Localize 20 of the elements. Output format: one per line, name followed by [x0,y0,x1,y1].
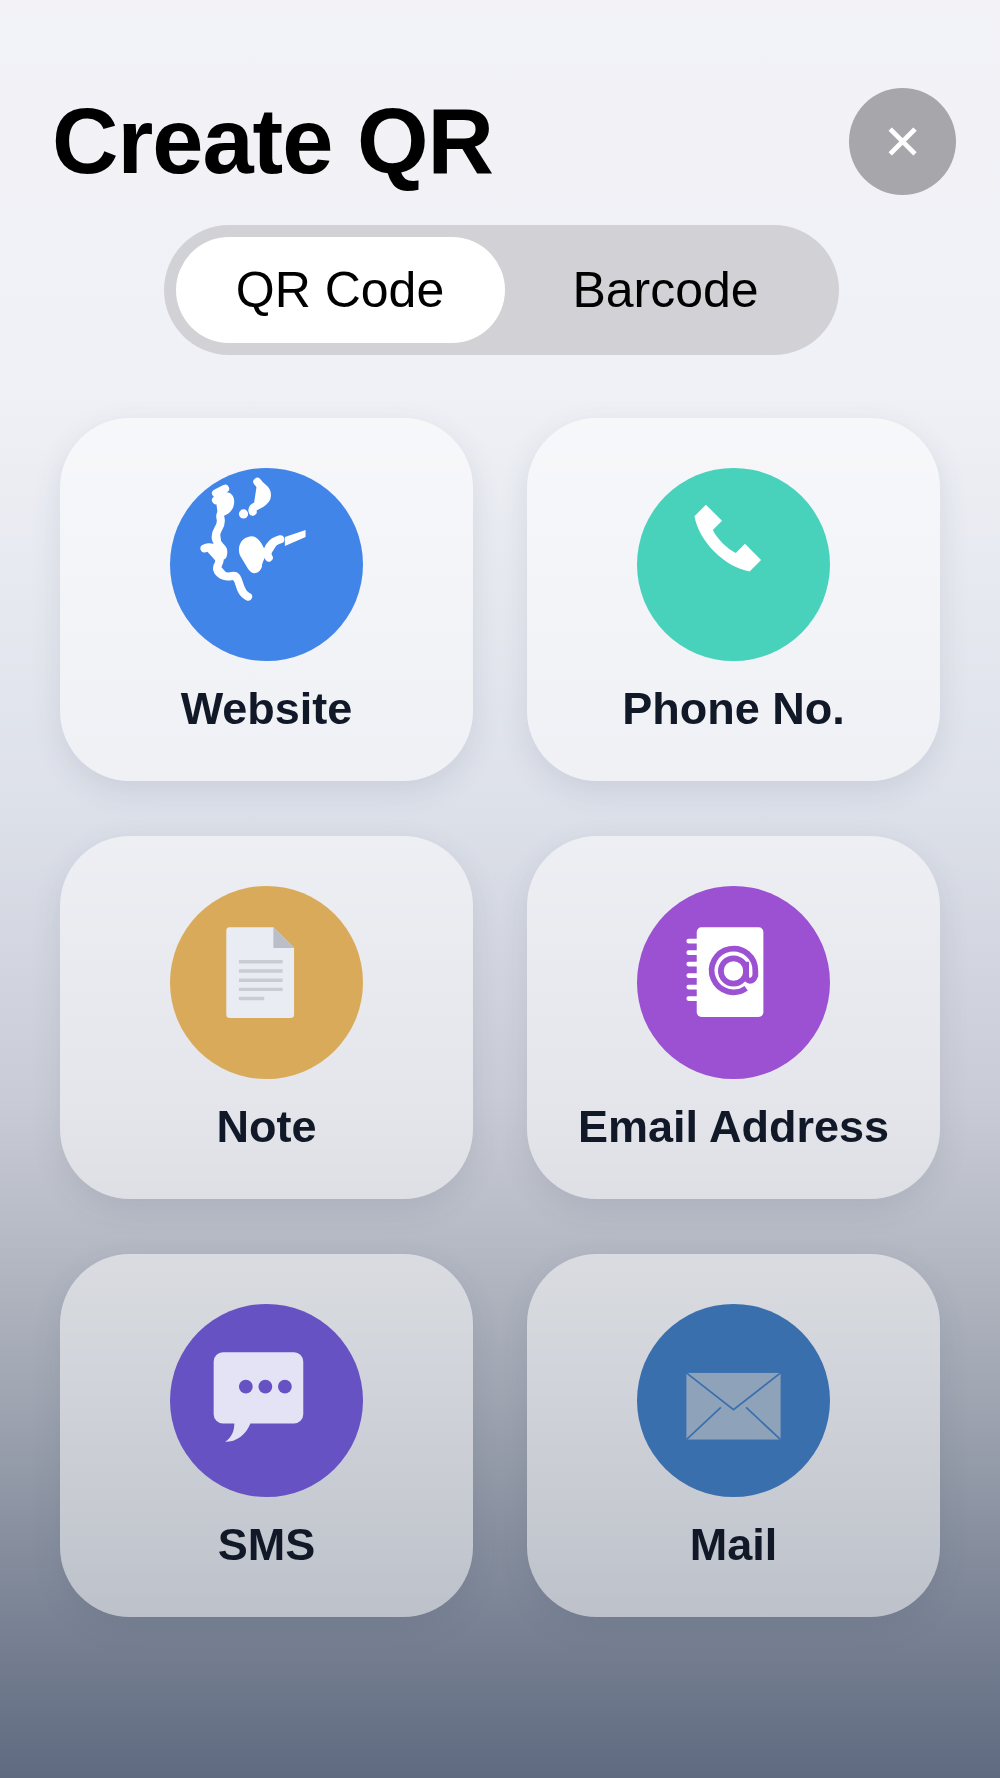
document-icon [170,886,363,1079]
chat-bubble-icon [170,1304,363,1497]
option-label: SMS [217,1519,316,1571]
option-card[interactable]: Phone No. [527,418,940,781]
page-title: Create QR [52,90,493,193]
option-card[interactable]: Website [60,418,473,781]
option-label: Phone No. [622,683,845,735]
option-card[interactable]: Email Address [527,836,940,1199]
option-label: Note [216,1101,317,1153]
option-label: Website [180,683,353,735]
envelope-icon [637,1304,830,1497]
address-book-icon [637,886,830,1079]
option-card[interactable]: SMS [60,1254,473,1617]
option-label: Mail [689,1519,778,1571]
phone-icon [637,468,830,661]
option-card[interactable]: Note [60,836,473,1199]
option-label: Email Address [578,1101,889,1153]
option-card[interactable]: Mail [527,1254,940,1617]
tab[interactable]: QR Code [175,237,505,343]
tab[interactable]: Barcode [504,237,827,343]
